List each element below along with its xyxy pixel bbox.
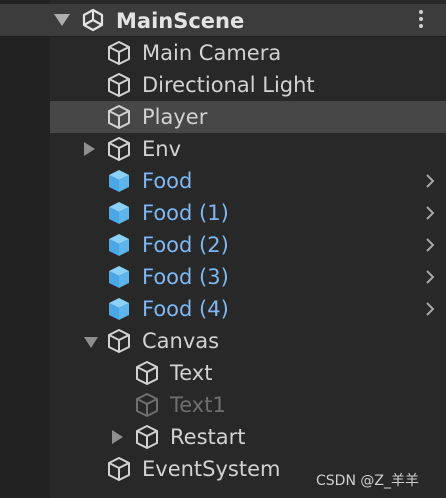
scene-header[interactable]: MainScene [0,4,446,37]
expanded-arrow-icon[interactable] [84,337,98,348]
hierarchy-row-label: Food (4) [142,297,229,321]
prefab-open-chevron-icon[interactable] [424,269,436,285]
hierarchy-row-label: Main Camera [142,41,282,65]
gameobject-cube-icon [108,329,130,353]
hierarchy-row-label: EventSystem [142,457,281,481]
gameobject-cube-icon [136,393,158,417]
hierarchy-row-main-camera[interactable]: Main Camera [50,37,446,69]
prefab-cube-icon [109,234,129,256]
prefab-cube-icon [109,170,129,192]
hierarchy-row-env[interactable]: Env [50,133,446,165]
watermark: CSDN @Z_羊羊 [316,473,419,489]
hierarchy-row-label: Directional Light [142,73,315,97]
hierarchy-row-player[interactable]: Player [50,101,446,133]
hierarchy-row-label: Text [170,361,213,385]
gameobject-cube-icon [108,41,130,65]
collapsed-arrow-icon[interactable] [84,142,95,156]
hierarchy-row-restart[interactable]: Restart [50,421,446,453]
hierarchy-row-label: Canvas [142,329,220,353]
hierarchy-row-text[interactable]: Text [50,357,446,389]
hierarchy-row-canvas[interactable]: Canvas [50,325,446,357]
hierarchy-row-food-4[interactable]: Food (4) [50,293,446,325]
prefab-open-chevron-icon[interactable] [424,205,436,221]
prefab-open-chevron-icon[interactable] [424,237,436,253]
gameobject-cube-icon [108,137,130,161]
collapsed-arrow-icon[interactable] [112,430,123,444]
gameobject-cube-icon [108,457,130,481]
collapse-arrow-icon[interactable] [54,14,70,26]
prefab-open-chevron-icon[interactable] [424,173,436,189]
left-gutter [0,0,50,498]
hierarchy-row-label: Player [142,105,208,129]
hierarchy-row-label: Text1 [170,393,226,417]
gameobject-cube-icon [108,73,130,97]
hierarchy-row-food-3[interactable]: Food (3) [50,261,446,293]
hierarchy-row-label: Env [142,137,182,161]
hierarchy-row-label: Restart [170,425,246,449]
hierarchy-row-food-1[interactable]: Food (1) [50,197,446,229]
prefab-cube-icon [109,266,129,288]
vertical-ellipsis-icon[interactable] [418,10,424,32]
gameobject-cube-icon [136,425,158,449]
scene-title: MainScene [116,9,245,33]
gameobject-cube-icon [108,105,130,129]
hierarchy-row-food-2[interactable]: Food (2) [50,229,446,261]
prefab-open-chevron-icon[interactable] [424,301,436,317]
hierarchy-row-label: Food (3) [142,265,229,289]
prefab-cube-icon [109,298,129,320]
prefab-cube-icon [109,202,129,224]
hierarchy-row-label: Food (1) [142,201,229,225]
hierarchy-row-directional-light[interactable]: Directional Light [50,69,446,101]
hierarchy-row-text1[interactable]: Text1 [50,389,446,421]
hierarchy-row-label: Food [142,169,193,193]
hierarchy-row-label: Food (2) [142,233,229,257]
gameobject-cube-icon [136,361,158,385]
unity-logo-icon [82,8,104,32]
hierarchy-row-food[interactable]: Food [50,165,446,197]
